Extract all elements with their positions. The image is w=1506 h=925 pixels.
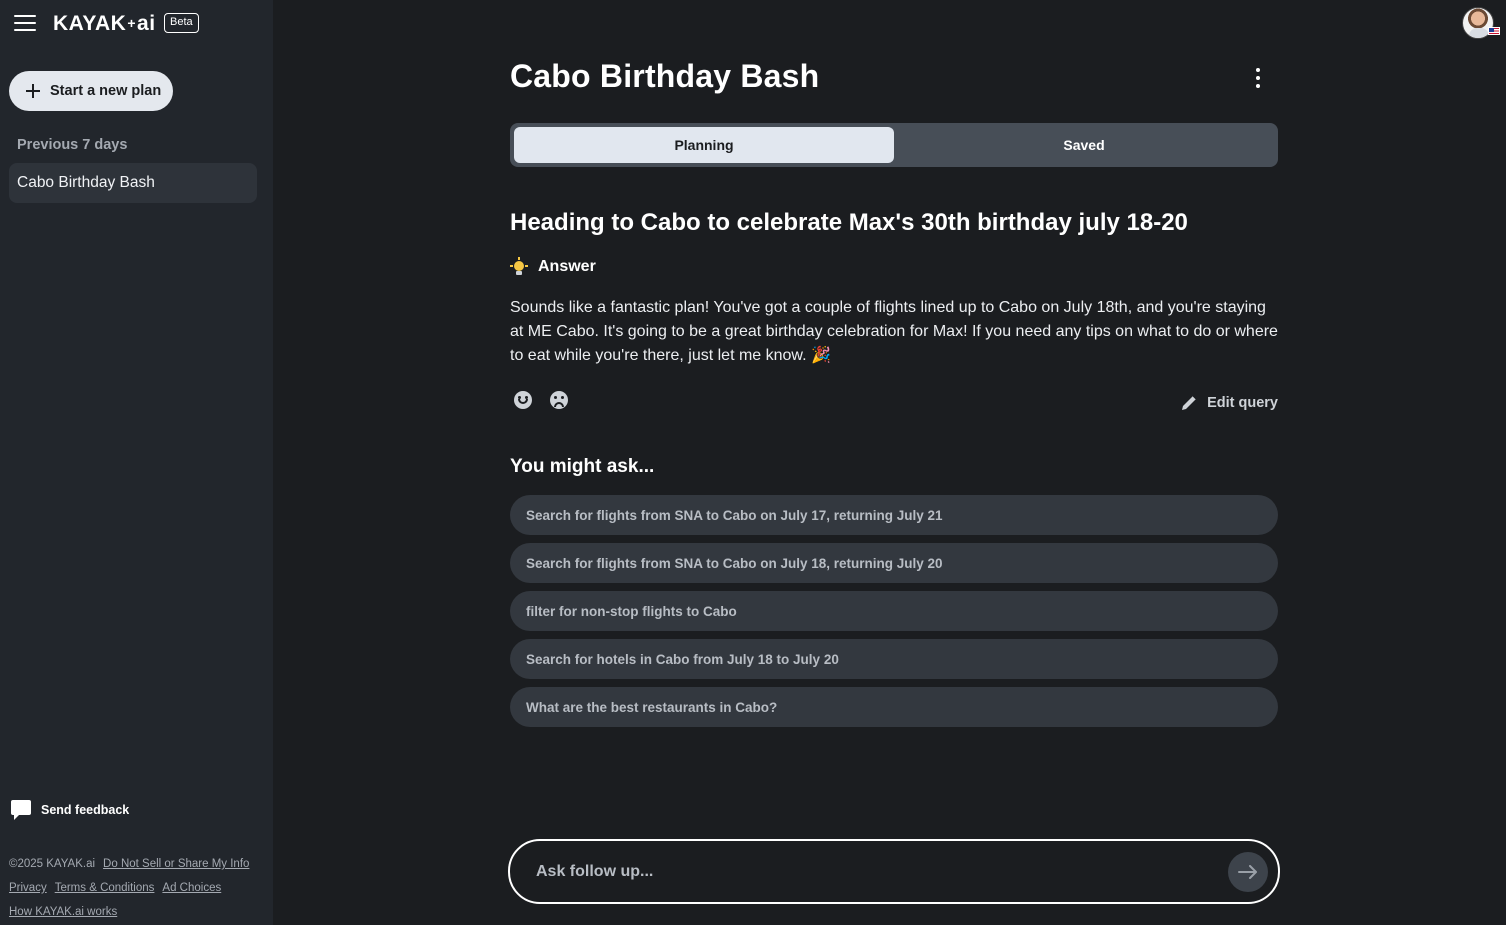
copyright-text: ©2025 KAYAK.ai xyxy=(9,858,96,870)
kayak-ai-logo[interactable]: KAYAK + ai xyxy=(53,11,156,37)
answer-label: Answer xyxy=(538,258,596,275)
terms-link[interactable]: Terms & Conditions xyxy=(55,876,155,900)
party-popper-emoji: 🎉 xyxy=(811,347,831,364)
suggestion-chip[interactable]: filter for non-stop flights to Cabo xyxy=(510,591,1278,631)
tab-planning[interactable]: Planning xyxy=(514,127,894,163)
thumbs-up-face-icon[interactable] xyxy=(514,391,532,409)
sidebar: KAYAK + ai Beta Start a new plan Previous … xyxy=(0,0,273,925)
query-heading: Heading to Cabo to celebrate Max's 30th … xyxy=(510,209,1188,236)
follow-up-input[interactable] xyxy=(536,862,1216,881)
suggestion-chip[interactable]: Search for flights from SNA to Cabo on J… xyxy=(510,495,1278,535)
suggestion-list: Search for flights from SNA to Cabo on J… xyxy=(510,495,1278,735)
logo-plus: + xyxy=(127,15,137,31)
app-root: KAYAK + ai Beta Start a new plan Previous … xyxy=(0,0,1506,925)
us-flag-icon xyxy=(1488,27,1500,35)
answer-body: Sounds like a fantastic plan! You've got… xyxy=(510,299,1278,364)
tab-saved[interactable]: Saved xyxy=(894,127,1274,163)
main-content: Cabo Birthday Bash Planning Saved Headin… xyxy=(508,0,1280,925)
suggestion-chip[interactable]: Search for flights from SNA to Cabo on J… xyxy=(510,543,1278,583)
sidebar-footer: ©2025 KAYAK.ai Do Not Sell or Share My I… xyxy=(9,852,249,924)
edit-query-label: Edit query xyxy=(1207,394,1278,411)
edit-query-button[interactable]: Edit query xyxy=(1181,394,1278,411)
chat-bubble-icon xyxy=(11,800,31,820)
section-title-previous-7-days: Previous 7 days xyxy=(17,137,128,153)
tab-bar: Planning Saved xyxy=(510,123,1278,167)
start-new-plan-label: Start a new plan xyxy=(50,83,162,99)
logo-text-right: ai xyxy=(137,12,156,35)
logo-text-left: KAYAK xyxy=(53,12,127,35)
arrow-right-icon xyxy=(1238,865,1257,879)
start-new-plan-button[interactable]: Start a new plan xyxy=(9,71,173,111)
do-not-sell-link[interactable]: Do Not Sell or Share My Info xyxy=(103,852,249,876)
pencil-icon xyxy=(1182,395,1197,410)
answer-rating xyxy=(514,391,568,409)
beta-badge: Beta xyxy=(164,13,199,33)
lightbulb-icon xyxy=(510,257,528,277)
answer-text: Sounds like a fantastic plan! You've got… xyxy=(510,296,1278,368)
page-title: Cabo Birthday Bash xyxy=(510,58,820,94)
kebab-menu-icon[interactable] xyxy=(1252,68,1264,88)
ad-choices-link[interactable]: Ad Choices xyxy=(162,876,221,900)
send-feedback-button[interactable]: Send feedback xyxy=(11,800,129,820)
you-might-ask-title: You might ask... xyxy=(510,456,655,477)
thumbs-down-face-icon[interactable] xyxy=(550,391,568,409)
send-button[interactable] xyxy=(1228,852,1268,892)
menu-icon[interactable] xyxy=(14,13,36,33)
how-it-works-link[interactable]: How KAYAK.ai works xyxy=(9,900,117,924)
send-feedback-label: Send feedback xyxy=(41,803,130,817)
suggestion-chip[interactable]: Search for hotels in Cabo from July 18 t… xyxy=(510,639,1278,679)
follow-up-box xyxy=(508,839,1280,904)
privacy-link[interactable]: Privacy xyxy=(9,876,47,900)
sidebar-item-cabo-birthday-bash[interactable]: Cabo Birthday Bash xyxy=(9,163,257,203)
suggestion-chip[interactable]: What are the best restaurants in Cabo? xyxy=(510,687,1278,727)
answer-header: Answer xyxy=(510,257,596,277)
plus-icon xyxy=(26,84,40,98)
